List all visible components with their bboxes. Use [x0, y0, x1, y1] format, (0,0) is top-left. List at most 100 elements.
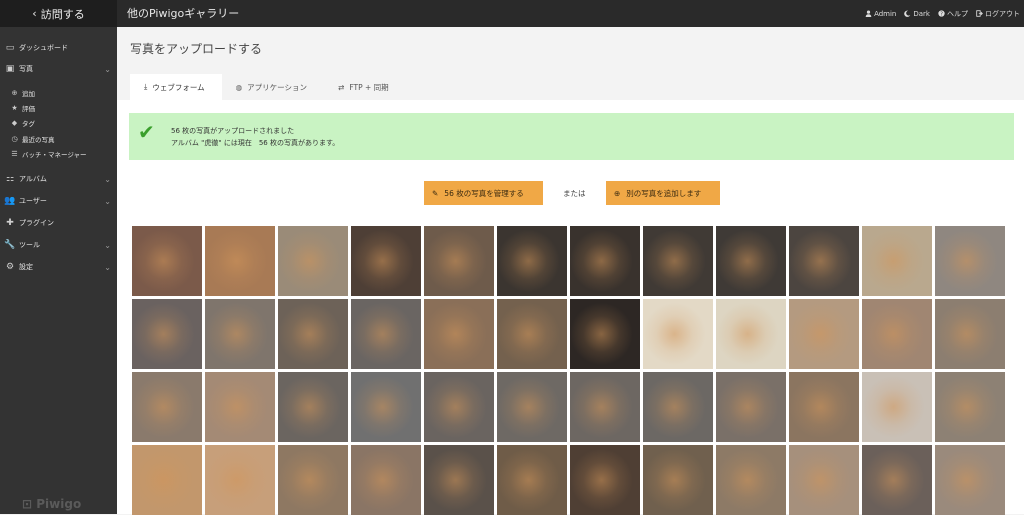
sidebar-sub-add[interactable]: ⊕ 追加	[0, 86, 117, 100]
sidebar-item-label: アルバム	[19, 175, 47, 183]
photo-thumbnail[interactable]	[132, 226, 202, 296]
photo-thumbnail[interactable]	[935, 445, 1005, 515]
photo-thumbnail[interactable]	[935, 299, 1005, 369]
sidebar: ▭ ダッシュボード ▣ 写真 ⌄ ⊕ 追加 ★ 評価 ◆ タグ ◷ 最近の写真 …	[0, 27, 117, 514]
photo-thumbnail[interactable]	[424, 445, 494, 515]
visit-label: 訪問する	[40, 7, 85, 21]
gallery-title[interactable]: 他のPiwigoギャラリー	[127, 0, 239, 27]
photo-thumbnail[interactable]	[716, 299, 786, 369]
photo-thumbnail[interactable]	[716, 372, 786, 442]
photo-thumbnail[interactable]	[570, 372, 640, 442]
photo-thumbnail[interactable]	[351, 226, 421, 296]
clock-icon: ◷	[11, 135, 18, 143]
logout-icon	[976, 10, 983, 17]
photo-thumbnail[interactable]	[643, 445, 713, 515]
tab-label: ウェブフォーム	[152, 82, 205, 92]
tab-label: FTP + 同期	[349, 82, 389, 92]
photo-thumbnail[interactable]	[351, 372, 421, 442]
sidebar-sub-rating[interactable]: ★ 評価	[0, 101, 117, 115]
photo-thumbnail[interactable]	[935, 372, 1005, 442]
photo-thumbnail[interactable]	[497, 372, 567, 442]
photo-thumbnail[interactable]	[862, 445, 932, 515]
photo-thumbnail[interactable]	[789, 299, 859, 369]
sidebar-sub-recent[interactable]: ◷ 最近の写真	[0, 132, 117, 146]
sidebar-item-dashboard[interactable]: ▭ ダッシュボード	[0, 40, 117, 56]
photo-thumbnail[interactable]	[424, 372, 494, 442]
photo-thumbnail[interactable]	[278, 445, 348, 515]
photo-thumbnail[interactable]	[278, 226, 348, 296]
tab-applications[interactable]: ◍ アプリケーション	[222, 74, 324, 100]
checkmark-icon: ✔	[138, 120, 155, 144]
add-more-photos-button[interactable]: ⊕ 別の写真を追加します	[606, 181, 720, 205]
photo-thumbnail[interactable]	[278, 372, 348, 442]
photo-thumbnail[interactable]	[789, 372, 859, 442]
sidebar-item-settings[interactable]: ⚙ 設定 ⌄	[0, 259, 117, 275]
help-link[interactable]: ? ヘルプ	[938, 9, 968, 19]
photo-thumbnail[interactable]	[132, 445, 202, 515]
photo-thumbnail[interactable]	[205, 445, 275, 515]
photo-thumbnail[interactable]	[497, 299, 567, 369]
photo-thumbnail[interactable]	[205, 226, 275, 296]
photo-thumbnail[interactable]	[643, 226, 713, 296]
photo-thumbnail[interactable]	[351, 445, 421, 515]
puzzle-icon: ✚	[6, 218, 14, 228]
add-button-label: 別の写真を追加します	[626, 188, 702, 198]
photo-thumbnail[interactable]	[862, 372, 932, 442]
logout-label: ログアウト	[985, 9, 1020, 18]
logout-link[interactable]: ログアウト	[976, 9, 1020, 19]
top-right-menu: Admin Dark ? ヘルプ ログアウト	[865, 0, 1020, 27]
photo-thumbnail[interactable]	[570, 226, 640, 296]
photo-thumbnail[interactable]	[424, 299, 494, 369]
photo-thumbnail[interactable]	[205, 372, 275, 442]
photo-thumbnail[interactable]	[643, 372, 713, 442]
piwigo-logo[interactable]: ⊡ Piwigo	[22, 497, 81, 511]
chevron-down-icon: ⌄	[104, 174, 111, 184]
photo-thumbnail[interactable]	[935, 226, 1005, 296]
help-label: ヘルプ	[947, 9, 968, 18]
help-icon: ?	[938, 10, 945, 17]
plus-circle-icon: ⊕	[11, 89, 18, 97]
admin-link[interactable]: Admin	[865, 10, 896, 18]
sidebar-item-albums[interactable]: ⚏ アルバム ⌄	[0, 171, 117, 187]
tab-ftp-sync[interactable]: ⇄ FTP + 同期	[324, 74, 406, 100]
sidebar-item-plugins[interactable]: ✚ プラグイン	[0, 215, 117, 231]
sidebar-sub-label: 追加	[22, 90, 35, 98]
photo-thumbnail[interactable]	[424, 226, 494, 296]
photo-thumbnail[interactable]	[570, 445, 640, 515]
photo-thumbnail[interactable]	[132, 372, 202, 442]
chevron-down-icon: ⌄	[104, 64, 111, 74]
sidebar-sub-tags[interactable]: ◆ タグ	[0, 116, 117, 130]
sidebar-sub-batch[interactable]: ☰ バッチ・マネージャー	[0, 147, 117, 161]
photo-thumbnail[interactable]	[132, 299, 202, 369]
sidebar-item-tools[interactable]: 🔧 ツール ⌄	[0, 237, 117, 253]
tag-icon: ◆	[11, 119, 18, 127]
star-icon: ★	[11, 104, 18, 112]
manage-photos-button[interactable]: ✎ 56 枚の写真を管理する	[424, 181, 543, 205]
chevron-down-icon: ⌄	[104, 262, 111, 272]
dark-toggle[interactable]: Dark	[904, 10, 930, 18]
tab-label: アプリケーション	[247, 82, 308, 92]
photo-thumbnail[interactable]	[789, 445, 859, 515]
photo-thumbnail[interactable]	[351, 299, 421, 369]
sidebar-item-label: ユーザー	[19, 197, 47, 205]
moon-icon	[904, 10, 911, 17]
sidebar-sub-label: 最近の写真	[22, 136, 55, 144]
photo-thumbnail[interactable]	[278, 299, 348, 369]
photo-thumbnail[interactable]	[497, 226, 567, 296]
photo-thumbnail[interactable]	[716, 445, 786, 515]
photo-thumbnail[interactable]	[862, 226, 932, 296]
sidebar-item-users[interactable]: 👥 ユーザー ⌄	[0, 193, 117, 209]
plus-circle-icon: ⊕	[614, 188, 621, 198]
photo-thumbnail[interactable]	[205, 299, 275, 369]
sidebar-item-label: プラグイン	[19, 219, 54, 227]
sidebar-item-label: 設定	[19, 263, 33, 271]
photo-thumbnail[interactable]	[716, 226, 786, 296]
visit-link[interactable]: ‹ 訪問する	[0, 0, 117, 27]
photo-thumbnail[interactable]	[643, 299, 713, 369]
photo-thumbnail[interactable]	[570, 299, 640, 369]
tab-web-form[interactable]: ⤓ ウェブフォーム	[130, 74, 222, 100]
photo-thumbnail[interactable]	[862, 299, 932, 369]
photo-thumbnail[interactable]	[497, 445, 567, 515]
sidebar-item-photos[interactable]: ▣ 写真 ⌄	[0, 61, 117, 77]
photo-thumbnail[interactable]	[789, 226, 859, 296]
